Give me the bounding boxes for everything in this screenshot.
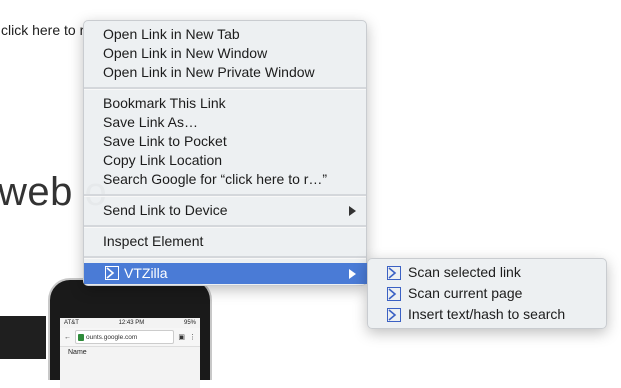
- menu-item-label: Save Link to Pocket: [103, 133, 227, 149]
- menu-item-label: Send Link to Device: [103, 202, 228, 218]
- menu-open-private-window[interactable]: Open Link in New Private Window: [84, 63, 368, 82]
- menu-item-label: Open Link in New Private Window: [103, 64, 315, 80]
- back-icon: ←: [64, 333, 71, 341]
- menu-item-label: VTZilla: [124, 265, 168, 281]
- menu-item-label: Open Link in New Window: [103, 45, 268, 61]
- vtzilla-icon: [105, 266, 119, 280]
- menu-item-label: Bookmark This Link: [103, 95, 226, 111]
- menu-vtzilla[interactable]: VTZilla: [84, 263, 368, 284]
- menu-search-google[interactable]: Search Google for “click here to r…”: [84, 170, 368, 189]
- vtzilla-icon: [387, 308, 401, 322]
- phone-time: 12:43 PM: [118, 320, 145, 326]
- menu-send-to-device[interactable]: Send Link to Device: [84, 201, 368, 220]
- submenu-item-label: Scan selected link: [408, 264, 521, 280]
- menu-item-label: Search Google for “click here to r…”: [103, 171, 328, 187]
- phone-screen: AT&T 12:43 PM 95% ← ounts.google.com ▣ ⋮…: [60, 318, 200, 388]
- menu-open-new-tab[interactable]: Open Link in New Tab: [84, 25, 368, 44]
- phone-url-bar: ← ounts.google.com ▣ ⋮: [60, 328, 200, 347]
- phone-url: ounts.google.com: [86, 333, 138, 341]
- submenu-arrow-icon: [349, 269, 356, 279]
- submenu-scan-selected-link[interactable]: Scan selected link: [368, 262, 606, 283]
- menu-separator: [84, 87, 366, 90]
- phone-status-bar: AT&T 12:43 PM 95%: [60, 318, 200, 328]
- vtzilla-icon: [387, 266, 401, 280]
- menu-item-label: Save Link As…: [103, 114, 198, 130]
- menu-separator: [84, 256, 366, 259]
- more-icon: ⋮: [189, 334, 196, 341]
- phone-mockup: AT&T 12:43 PM 95% ← ounts.google.com ▣ ⋮…: [48, 278, 212, 388]
- phone-column-label: Name: [68, 349, 87, 356]
- submenu-item-label: Scan current page: [408, 285, 523, 301]
- vtzilla-icon: [387, 287, 401, 301]
- menu-save-to-pocket[interactable]: Save Link to Pocket: [84, 132, 368, 151]
- menu-bookmark-link[interactable]: Bookmark This Link: [84, 94, 368, 113]
- menu-open-new-window[interactable]: Open Link in New Window: [84, 44, 368, 63]
- menu-separator: [84, 225, 366, 228]
- phone-battery: 95%: [183, 320, 196, 326]
- phone-url-field: ounts.google.com: [75, 330, 175, 344]
- menu-inspect-element[interactable]: Inspect Element: [84, 232, 368, 251]
- menu-item-label: Inspect Element: [103, 233, 204, 249]
- submenu-item-label: Insert text/hash to search: [408, 306, 566, 322]
- menu-save-link-as[interactable]: Save Link As…: [84, 113, 368, 132]
- menu-copy-link-location[interactable]: Copy Link Location: [84, 151, 368, 170]
- tabs-icon: ▣: [178, 334, 185, 341]
- context-menu: Open Link in New Tab Open Link in New Wi…: [83, 20, 368, 286]
- menu-separator: [84, 194, 366, 197]
- menu-item-label: Open Link in New Tab: [103, 26, 240, 42]
- submenu-arrow-icon: [349, 206, 356, 216]
- page-link[interactable]: click here to r: [1, 22, 84, 38]
- lock-icon: [78, 333, 84, 341]
- vtzilla-submenu: Scan selected link Scan current page Ins…: [367, 258, 607, 329]
- submenu-insert-hash[interactable]: Insert text/hash to search: [368, 304, 606, 325]
- submenu-scan-current-page[interactable]: Scan current page: [368, 283, 606, 304]
- phone-image-left: [0, 316, 46, 359]
- phone-carrier: AT&T: [64, 320, 79, 326]
- menu-item-label: Copy Link Location: [103, 152, 223, 168]
